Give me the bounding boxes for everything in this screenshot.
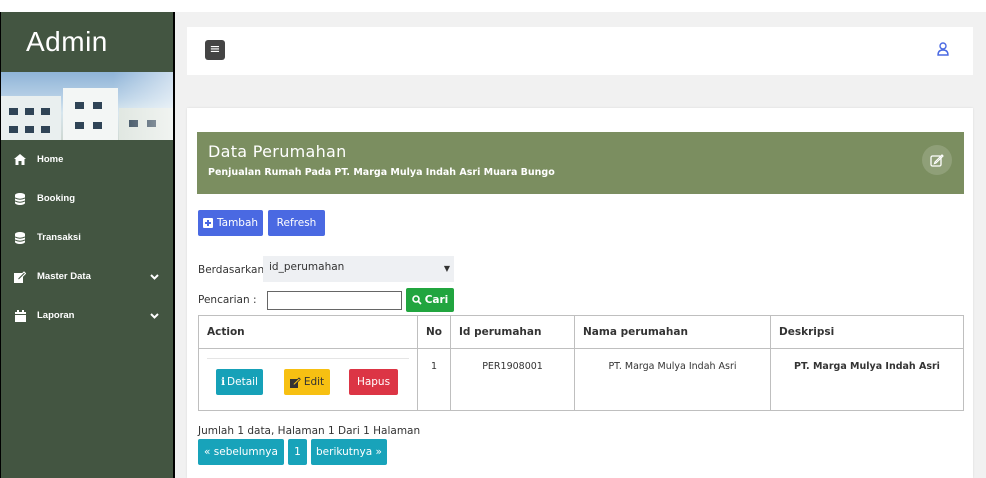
col-nama: Nama perumahan: [574, 315, 772, 349]
table-header-row: Action No Id perumahan Nama perumahan De…: [198, 315, 964, 349]
cell-no: 1: [416, 348, 452, 411]
col-action: Action: [198, 315, 418, 349]
calendar-icon: [13, 309, 27, 322]
filter-select[interactable]: id_perumahan ▼: [263, 256, 454, 282]
sidebar-item-label: Booking: [37, 193, 75, 204]
sidebar-item-home[interactable]: Home: [1, 140, 173, 179]
sidebar-menu: Home Booking Transaksi Master Data Lapor…: [1, 140, 173, 335]
sidebar-item-laporan[interactable]: Laporan: [1, 296, 173, 335]
sidebar-item-label: Transaksi: [37, 232, 81, 243]
col-deskripsi: Deskripsi: [770, 315, 964, 349]
prev-page-button[interactable]: « sebelumnya: [198, 439, 284, 465]
edit-icon: [289, 376, 301, 388]
sidebar-item-label: Home: [37, 154, 64, 165]
top-bar: [0, 0, 986, 12]
top-header: ≡: [187, 27, 973, 75]
delete-button[interactable]: Hapus: [349, 369, 398, 395]
refresh-button[interactable]: Refresh: [268, 210, 325, 236]
card-header: Data Perumahan Penjualan Rumah Pada PT. …: [197, 132, 964, 194]
edit-icon[interactable]: [922, 145, 952, 175]
cell-deskripsi: PT. Marga Mulya Indah Asri: [770, 348, 964, 411]
chevron-down-icon: [150, 272, 159, 282]
chevron-down-icon: [150, 311, 159, 321]
plus-square-icon: [202, 218, 213, 228]
sidebar-item-master-data[interactable]: Master Data: [1, 257, 173, 296]
filter-label: Berdasarkan :: [198, 264, 271, 276]
page-subtitle: Penjualan Rumah Pada PT. Marga Mulya Ind…: [208, 167, 555, 178]
caret-down-icon: ▼: [443, 264, 450, 273]
search-input[interactable]: [267, 291, 402, 310]
next-page-button[interactable]: berikutnya »: [311, 439, 387, 465]
info-icon: ℹ: [221, 376, 226, 388]
sidebar: Admin Home Booking Transaksi Master Data…: [0, 12, 175, 478]
sidebar-banner-image: [1, 72, 173, 140]
edit-button[interactable]: Edit: [284, 369, 330, 395]
user-icon[interactable]: [937, 41, 949, 57]
home-icon: [13, 154, 27, 166]
page-1-button[interactable]: 1: [288, 439, 307, 465]
sidebar-item-label: Laporan: [37, 310, 75, 321]
data-card: Data Perumahan Penjualan Rumah Pada PT. …: [187, 108, 973, 478]
table-row: ℹ Detail Edit Hapus 1 PER1908001 PT. Mar…: [198, 348, 964, 411]
database-icon: [13, 192, 27, 205]
data-table: Action No Id perumahan Nama perumahan De…: [198, 315, 964, 411]
row-actions: ℹ Detail Edit Hapus: [199, 349, 417, 410]
search-icon: [411, 295, 422, 305]
add-button[interactable]: Tambah: [198, 210, 263, 236]
search-button[interactable]: Cari: [406, 288, 454, 312]
pagination-summary: Jumlah 1 data, Halaman 1 Dari 1 Halaman: [198, 425, 421, 437]
sidebar-item-label: Master Data: [37, 271, 91, 282]
brand-title: Admin: [26, 26, 108, 57]
sidebar-item-transaksi[interactable]: Transaksi: [1, 218, 173, 257]
database-icon: [13, 231, 27, 244]
col-no: No: [416, 315, 452, 349]
page-title: Data Perumahan: [208, 142, 347, 161]
cell-nama: PT. Marga Mulya Indah Asri: [574, 348, 772, 411]
search-label: Pencarian :: [198, 294, 257, 306]
hamburger-icon[interactable]: ≡: [205, 40, 225, 60]
sidebar-item-booking[interactable]: Booking: [1, 179, 173, 218]
edit-icon: [13, 270, 27, 283]
cell-id: PER1908001: [450, 348, 576, 411]
detail-button[interactable]: ℹ Detail: [216, 369, 263, 395]
col-id: Id perumahan: [450, 315, 576, 349]
